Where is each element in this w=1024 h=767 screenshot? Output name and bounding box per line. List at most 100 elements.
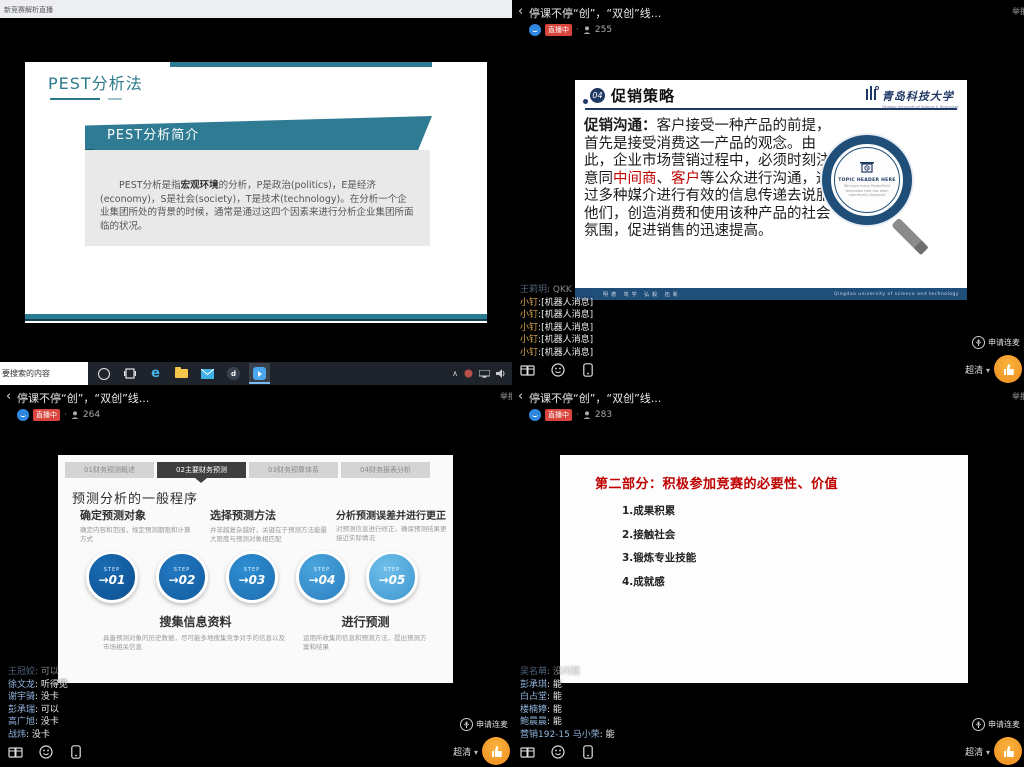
slide-bottom-bar xyxy=(25,314,487,321)
mail-icon xyxy=(201,369,214,379)
back-button[interactable]: ‹ xyxy=(518,4,523,19)
desktop-share-window: 新竞赛解析直播 PEST分析法 PEST分析简介 PEST分析是指宏观环境的分析… xyxy=(0,0,512,385)
live-badge: 直播中 xyxy=(545,409,572,421)
process-column: 进行预测 运用所收集的信息和预测方法，提出预测方案和结果 xyxy=(303,613,428,651)
promo-slide: 04 促销策略 青岛科技大学 Qingdao University of Sci… xyxy=(575,80,967,300)
mic-request-button[interactable]: 申请连麦 xyxy=(972,336,1020,349)
process-column: 确定预测对象 确定内容和范围，规定预测期限和计算方式 xyxy=(80,507,192,543)
emoji-icon[interactable] xyxy=(549,743,566,760)
process-column: 分析预测误差并进行更正 对预测信息进行修正，确保预测结果更接近实际情况 xyxy=(336,507,448,542)
slide-title: 促销策略 xyxy=(611,85,675,106)
dingtalk-button[interactable]: d xyxy=(223,363,244,384)
university-logo-icon xyxy=(865,85,879,101)
dingtalk-icon: d xyxy=(227,367,240,380)
report-link[interactable]: 举报 xyxy=(1012,391,1024,402)
slide-accent-bar xyxy=(170,62,432,67)
chat-message: 楼楠婷: 能 xyxy=(520,704,615,717)
process-column: 搜集信息资料 具备预测对象的历史数据，尽可能多地搜集竞争对手的信息以及市场相关信… xyxy=(103,613,288,651)
stream-title: 停课不停“创”，“双创”线... xyxy=(17,390,149,406)
slide-body-box: PEST分析是指宏观环境的分析，P是政治(politics)，E是经济(econ… xyxy=(85,150,430,246)
quality-selector[interactable]: 超清 ▾ xyxy=(453,745,478,758)
emoji-icon[interactable] xyxy=(549,361,566,378)
mic-request-button[interactable]: 申请连麦 xyxy=(972,718,1020,731)
chat-message: 彭承瑞: 可以 xyxy=(8,704,68,717)
cortana-button[interactable] xyxy=(93,363,114,384)
viewer-count: 264 xyxy=(83,410,100,420)
file-explorer-button[interactable] xyxy=(171,363,192,384)
list-item: 2.接触社会 xyxy=(622,527,696,542)
step-circle: STEP→02 xyxy=(156,551,208,603)
task-view-icon xyxy=(124,368,136,379)
live-header: ‹ 停课不停“创”，“双创”线... 直播中 · 283 举报 xyxy=(512,385,1024,429)
body-text: 、 xyxy=(657,171,672,187)
chat-message: 吴名萌: 没问题 xyxy=(520,666,615,679)
university-name-cn: 青岛科技大学 xyxy=(882,90,954,103)
chat-overlay: 王莉玥: QKK 小钉:[机器人消息] 小钉:[机器人消息] 小钉:[机器人消息… xyxy=(520,284,593,359)
mic-icon xyxy=(972,336,985,349)
forecast-slide: 01财务预测概述 02主要财务预测 03财务预算体系 04财务报表分析 预测分析… xyxy=(58,455,453,683)
record-icon[interactable] xyxy=(579,743,596,760)
viewer-count: 283 xyxy=(595,410,612,420)
body-text: PEST分析是指 xyxy=(119,180,181,191)
like-button[interactable] xyxy=(994,737,1022,765)
step-circle: STEP→04 xyxy=(296,551,348,603)
mail-button[interactable] xyxy=(197,363,218,384)
chat-message: 王冠姣: 可以 xyxy=(8,666,68,679)
gift-icon[interactable] xyxy=(7,743,24,760)
like-button[interactable] xyxy=(482,737,510,765)
gift-icon[interactable] xyxy=(519,743,536,760)
stream-window-promo: ‹ 停课不停“创”，“双创”线... 直播中 · 255 举报 04 促销策略 … xyxy=(512,0,1024,385)
university-name-en: Qingdao University of Science & Technolo… xyxy=(882,105,959,109)
report-link[interactable]: 举报 xyxy=(1012,6,1024,17)
chat-message: 高广旭: 没卡 xyxy=(8,716,68,729)
back-button[interactable]: ‹ xyxy=(518,389,523,404)
meta-separator: · xyxy=(576,25,579,35)
step-circle: STEP→01 xyxy=(86,551,138,603)
body-lead: 促销沟通： xyxy=(584,118,657,134)
chat-message: 小钉:[机器人消息] xyxy=(520,347,593,360)
search-input[interactable] xyxy=(0,362,88,385)
presenter-avatar xyxy=(529,24,541,36)
monitor-icon[interactable] xyxy=(479,370,490,378)
report-link[interactable]: 举报 xyxy=(500,391,512,402)
body-highlight: 客户 xyxy=(671,171,700,187)
task-view-button[interactable] xyxy=(119,363,140,384)
meta-separator: · xyxy=(576,410,579,420)
chevron-down-icon: ▾ xyxy=(986,366,990,375)
slide-footer: 明德 笃学 弘毅 拓新 Qingdao university of scienc… xyxy=(575,288,967,300)
volume-icon[interactable] xyxy=(496,369,506,378)
active-app-button[interactable] xyxy=(249,363,270,384)
emoji-icon[interactable] xyxy=(37,743,54,760)
magnifier-subtext: We have many PowerPoint templates that h… xyxy=(838,184,896,198)
viewer-icon xyxy=(583,411,591,419)
edge-button[interactable]: e xyxy=(145,363,166,384)
slide-list: 1.成果积累 2.接触社会 3.锻炼专业技能 4.成就感 xyxy=(622,503,696,597)
quality-selector[interactable]: 超清 ▾ xyxy=(965,363,990,376)
magnifier-title: TOPIC HEADER HERE xyxy=(838,178,895,183)
meta-separator: · xyxy=(64,410,67,420)
thumbs-up-icon xyxy=(1002,363,1015,376)
record-icon[interactable] xyxy=(67,743,84,760)
footer-university: Qingdao university of science and techno… xyxy=(834,292,959,297)
stream-meta: 直播中 · 255 xyxy=(529,24,612,36)
viewer-controls xyxy=(519,743,596,760)
title-underline xyxy=(50,98,100,100)
chat-message: 王莉玥: QKK xyxy=(520,284,593,297)
tray-chevron-icon[interactable]: ∧ xyxy=(452,369,458,378)
section-title: PEST分析简介 xyxy=(107,124,199,143)
gift-icon[interactable] xyxy=(519,361,536,378)
chat-overlay: 王冠姣: 可以 徐文龙: 听得见 谢宇骑: 没卡 彭承瑞: 可以 高广旭: 没卡… xyxy=(8,666,68,741)
like-button[interactable] xyxy=(994,355,1022,383)
cortana-icon xyxy=(98,368,110,380)
back-button[interactable]: ‹ xyxy=(6,389,11,404)
viewer-controls xyxy=(519,361,596,378)
record-icon[interactable] xyxy=(579,361,596,378)
step-circle: STEP→03 xyxy=(226,551,278,603)
tray-app-icon[interactable] xyxy=(464,369,473,378)
presenter-avatar xyxy=(529,409,541,421)
mic-request-button[interactable]: 申请连麦 xyxy=(460,718,508,731)
process-column: 选择预测方法 并非越复杂越好，关键在于预测方法能最大限度与预测对象相匹配 xyxy=(210,507,332,543)
screen: 新竞赛解析直播 PEST分析法 PEST分析简介 PEST分析是指宏观环境的分析… xyxy=(0,0,1024,767)
slide-number-badge: 04 xyxy=(590,88,605,103)
quality-selector[interactable]: 超清 ▾ xyxy=(965,745,990,758)
